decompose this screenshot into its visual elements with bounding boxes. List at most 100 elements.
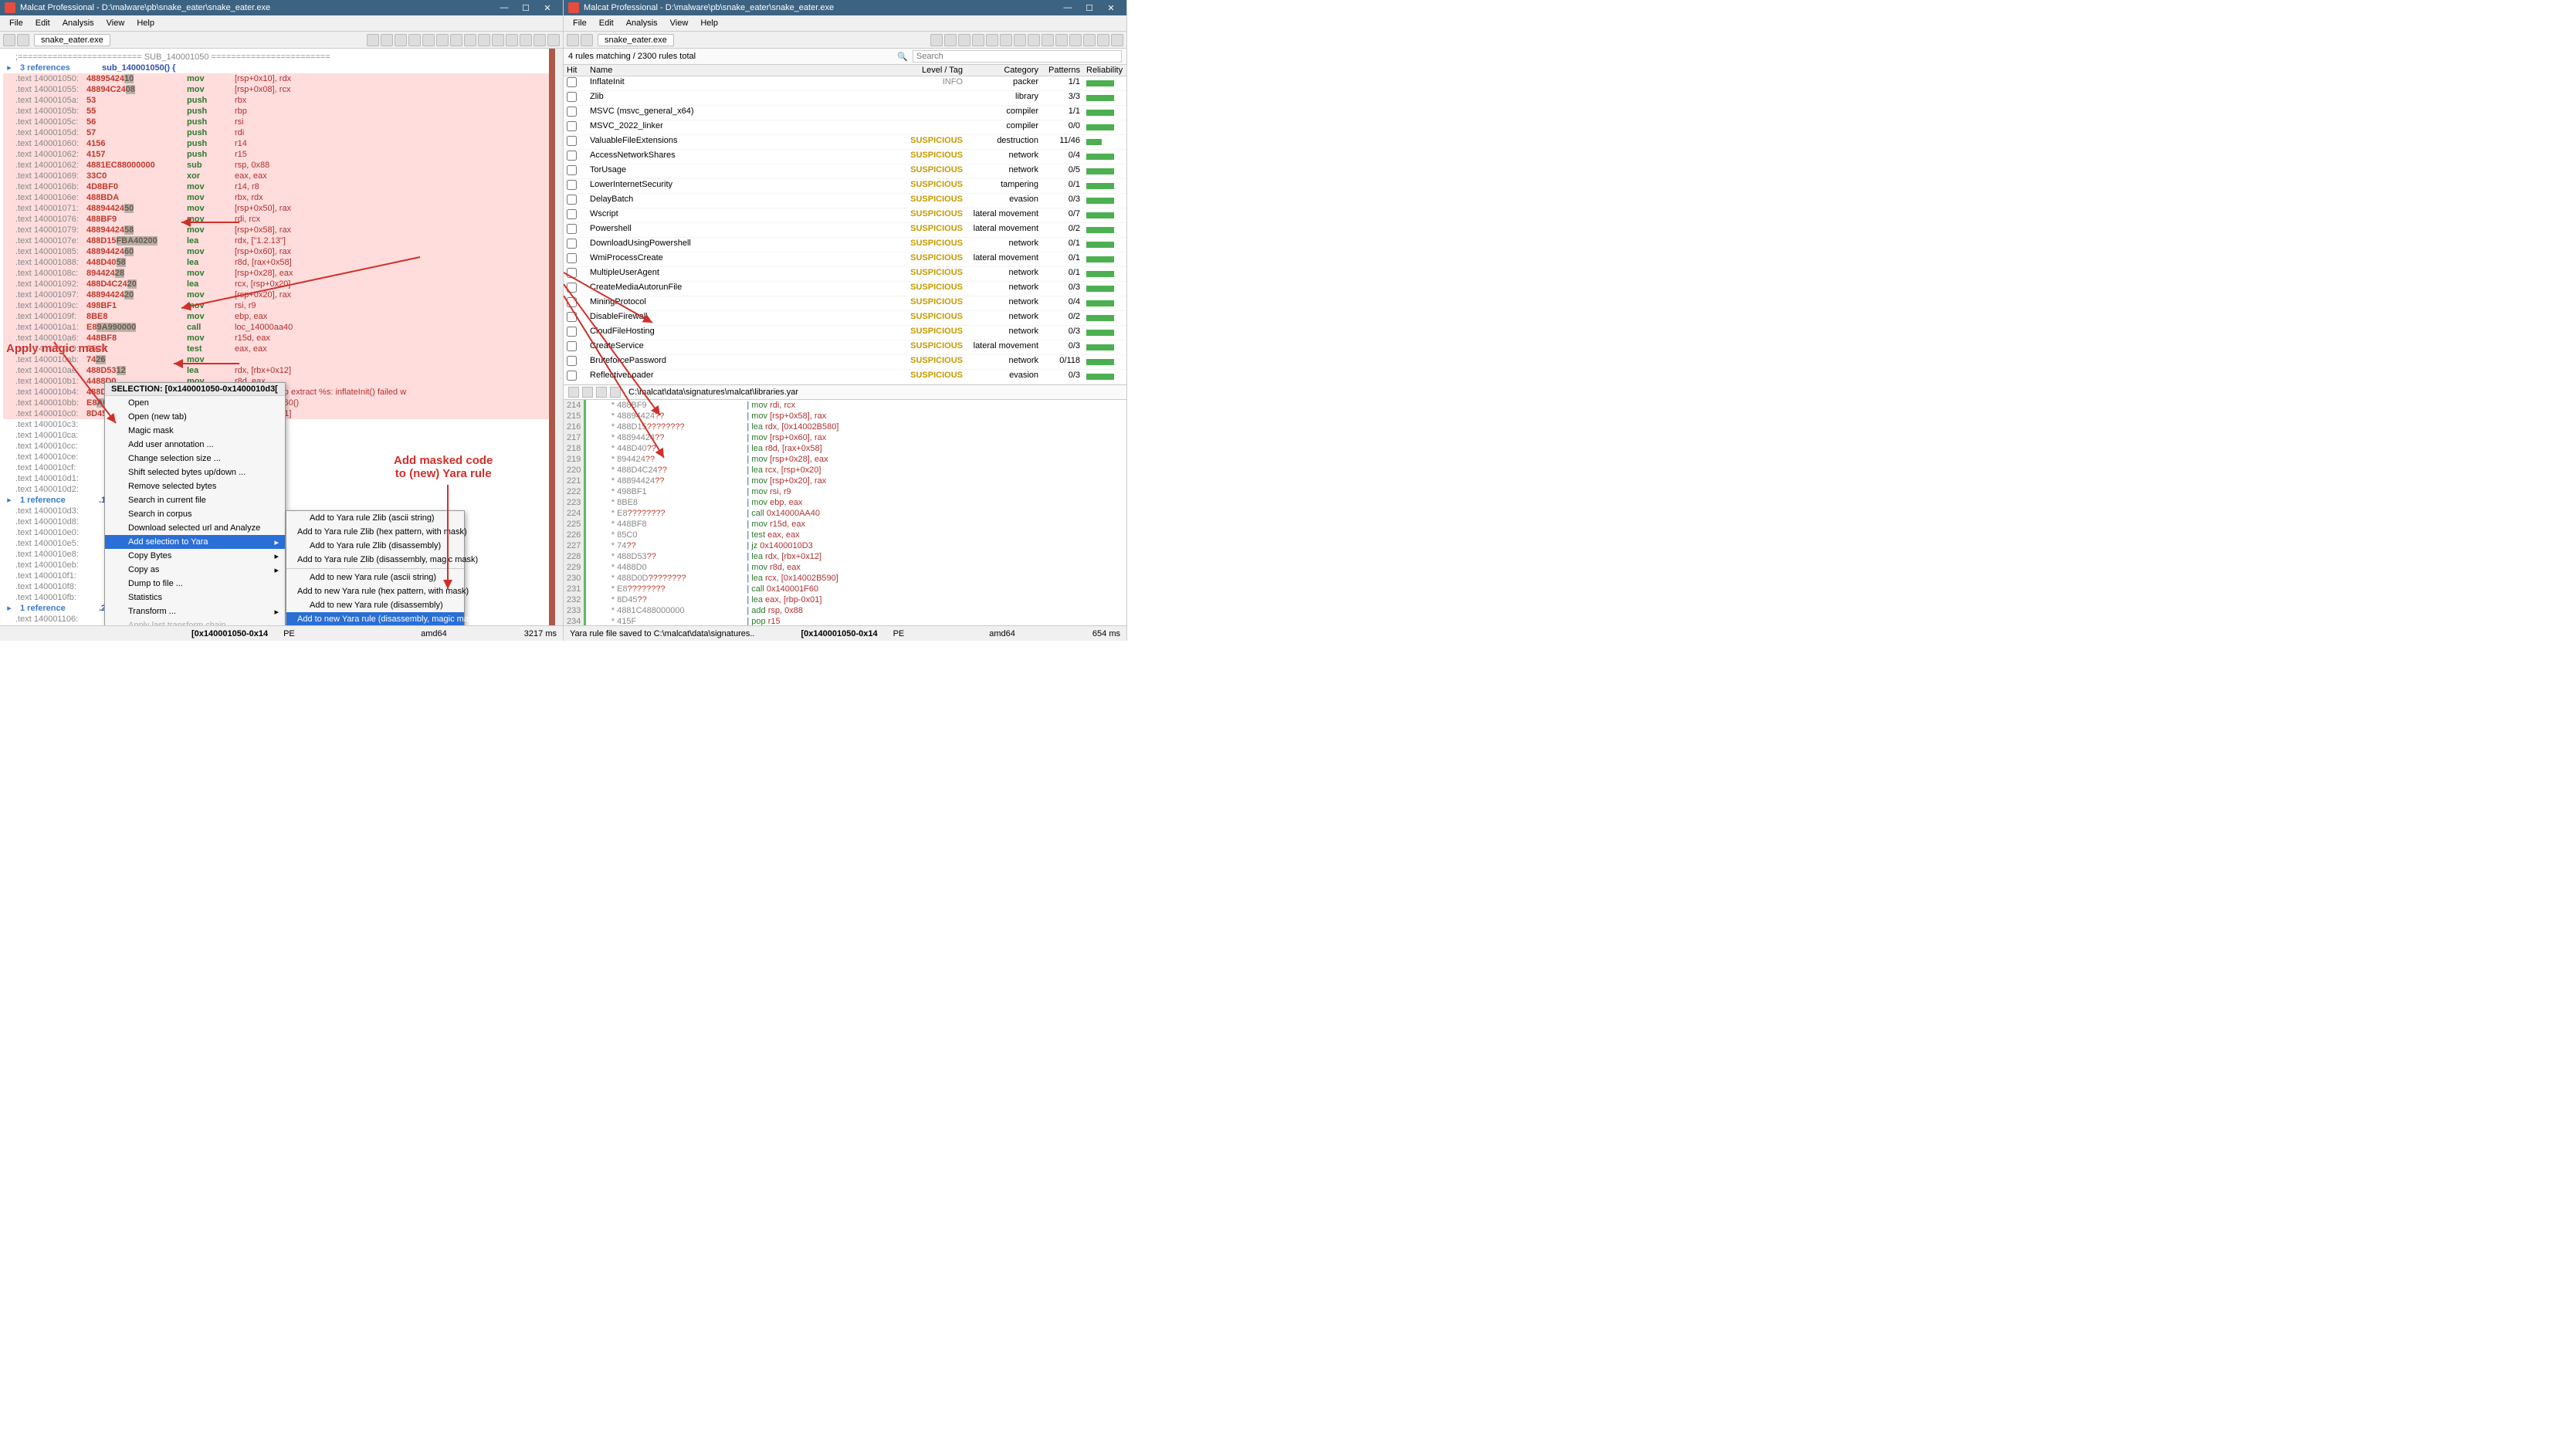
rule-row[interactable]: WmiProcessCreateSUSPICIOUSlateral moveme… — [564, 252, 1126, 267]
rule-row[interactable]: DelayBatchSUSPICIOUSevasion0/3 — [564, 194, 1126, 208]
rule-checkbox[interactable] — [567, 327, 577, 337]
rtool10-icon[interactable] — [1083, 34, 1096, 46]
menu-item[interactable]: Shift selected bytes up/down ... — [105, 466, 285, 479]
disasm-line[interactable]: ▸3 referencessub_140001050() { — [3, 63, 560, 73]
back-icon[interactable] — [567, 34, 579, 46]
rule-row[interactable]: MSVC_2022_linkercompiler0/0 — [564, 120, 1126, 135]
context-submenu[interactable]: Add to Yara rule Zlib (ascii string) Add … — [286, 510, 465, 625]
menu-item[interactable]: Open (new tab) — [105, 410, 285, 424]
nav-fwd-icon[interactable] — [381, 34, 393, 46]
tool7-icon[interactable] — [478, 34, 490, 46]
rule-row[interactable]: PowershellSUSPICIOUSlateral movement0/2 — [564, 223, 1126, 238]
rule-row[interactable]: CloudFileHostingSUSPICIOUSnetwork0/3 — [564, 326, 1126, 340]
rule-row[interactable]: DownloadUsingPowershellSUSPICIOUSnetwork… — [564, 238, 1126, 252]
close-button[interactable]: ✕ — [1100, 3, 1122, 13]
tool5-icon[interactable] — [450, 34, 462, 46]
rule-checkbox[interactable] — [567, 268, 577, 278]
rule-checkbox[interactable] — [567, 356, 577, 366]
rule-checkbox[interactable] — [567, 151, 577, 161]
tool8-icon[interactable] — [492, 34, 504, 46]
disasm-line[interactable]: .text 1400010ab:7426mov — [3, 354, 560, 365]
tool2-icon[interactable] — [408, 34, 421, 46]
menu-item[interactable]: Copy as▸ — [105, 563, 285, 577]
rules-table[interactable]: HitNameLevel / TagCategoryPatternsReliab… — [564, 65, 1126, 384]
rule-row[interactable]: LowerInternetSecuritySUSPICIOUStampering… — [564, 179, 1126, 194]
disasm-line[interactable]: .text 140001055:48894C2408mov[rsp+0x08],… — [3, 84, 560, 95]
minimize-button[interactable]: — — [1057, 3, 1079, 12]
disasm-line[interactable]: .text 140001076:488BF9movrdi, rcx — [3, 214, 560, 225]
back-icon[interactable] — [3, 34, 15, 46]
rule-row[interactable]: BruteforcePasswordSUSPICIOUSnetwork0/118 — [564, 355, 1126, 370]
menu-view[interactable]: View — [664, 17, 695, 29]
yara-editor[interactable]: 2142152162172182192202212222232242252262… — [564, 400, 1126, 625]
yara-code[interactable]: * 488BF9| mov rdi, rcx * 48894424??| mov… — [586, 400, 1103, 625]
yara-tool2-icon[interactable] — [582, 387, 593, 398]
yara-tool3-icon[interactable] — [596, 387, 607, 398]
rtool1-icon[interactable] — [958, 34, 970, 46]
tool4-icon[interactable] — [436, 34, 449, 46]
rule-checkbox[interactable] — [567, 92, 577, 102]
disasm-line[interactable]: .text 140001062:4157pushr15 — [3, 149, 560, 160]
disasm-line[interactable]: .text 14000106e:488BDAmovrbx, rdx — [3, 192, 560, 203]
column-header[interactable]: Hit — [564, 65, 587, 76]
rule-row[interactable]: ReflectiveLoaderSUSPICIOUSevasion0/3 — [564, 370, 1126, 384]
menubar[interactable]: FileEditAnalysisViewHelp — [564, 15, 1126, 32]
minimap[interactable] — [549, 49, 555, 625]
rule-checkbox[interactable] — [567, 136, 577, 146]
disasm-line[interactable]: .text 14000107e:488D15FBA40200leardx, ["… — [3, 235, 560, 246]
tool12-icon[interactable] — [547, 34, 560, 46]
nav-fwd-icon[interactable] — [944, 34, 957, 46]
menu-edit[interactable]: Edit — [593, 17, 620, 29]
rule-checkbox[interactable] — [567, 371, 577, 381]
rule-row[interactable]: MiningProtocolSUSPICIOUSnetwork0/4 — [564, 296, 1126, 311]
disasm-line[interactable]: .text 1400010a1:E89A990000callloc_14000a… — [3, 322, 560, 333]
rtool4-icon[interactable] — [1000, 34, 1012, 46]
disasm-line[interactable]: .text 14000105b:55pushrbp — [3, 106, 560, 117]
column-header[interactable]: Level / Tag — [903, 65, 966, 76]
submenu-item[interactable]: Add to new Yara rule (ascii string) — [286, 571, 464, 584]
rule-checkbox[interactable] — [567, 121, 577, 131]
menu-item[interactable]: Add selection to Yara▸ — [105, 535, 285, 549]
tool6-icon[interactable] — [464, 34, 476, 46]
rule-row[interactable]: CreateServiceSUSPICIOUSlateral movement0… — [564, 340, 1126, 355]
rule-row[interactable]: Zliblibrary3/3 — [564, 91, 1126, 106]
disasm-line[interactable]: .text 140001062:4881EC88000000subrsp, 0x… — [3, 160, 560, 171]
disasm-line[interactable]: .text 140001085:4889442460mov[rsp+0x60],… — [3, 246, 560, 257]
disasm-line[interactable]: .text 140001071:4889442450mov[rsp+0x50],… — [3, 203, 560, 214]
file-tab[interactable]: snake_eater.exe — [598, 34, 674, 46]
rule-checkbox[interactable] — [567, 209, 577, 219]
menu-item[interactable]: Search in current file — [105, 493, 285, 507]
minimize-button[interactable]: — — [493, 3, 515, 12]
rtool5-icon[interactable] — [1014, 34, 1026, 46]
menu-item[interactable]: Change selection size ... — [105, 452, 285, 466]
rule-checkbox[interactable] — [567, 195, 577, 205]
disasm-line[interactable]: .text 14000108c:89442428mov[rsp+0x28], e… — [3, 268, 560, 279]
menu-item[interactable]: Copy Bytes▸ — [105, 549, 285, 563]
file-tab[interactable]: snake_eater.exe — [34, 34, 110, 46]
rule-row[interactable]: MSVC (msvc_general_x64)compiler1/1 — [564, 106, 1126, 120]
menu-file[interactable]: File — [3, 17, 29, 29]
nav-back-icon[interactable] — [930, 34, 943, 46]
tool11-icon[interactable] — [533, 34, 546, 46]
rtool3-icon[interactable] — [986, 34, 998, 46]
tool3-icon[interactable] — [422, 34, 435, 46]
menu-view[interactable]: View — [100, 17, 131, 29]
submenu-item[interactable]: Add to new Yara rule (disassembly) — [286, 598, 464, 612]
submenu-item[interactable]: Add to Yara rule Zlib (disassembly) — [286, 539, 464, 553]
tool9-icon[interactable] — [506, 34, 518, 46]
rtool9-icon[interactable] — [1069, 34, 1082, 46]
disasm-view[interactable]: ;========================= SUB_140001050… — [0, 49, 563, 625]
rule-checkbox[interactable] — [567, 312, 577, 322]
rtool6-icon[interactable] — [1028, 34, 1040, 46]
disasm-line[interactable]: .text 140001088:448D4058lear8d, [rax+0x5… — [3, 257, 560, 268]
rtool11-icon[interactable] — [1097, 34, 1109, 46]
disasm-line[interactable]: .text 14000106b:4D8BF0movr14, r8 — [3, 181, 560, 192]
rule-checkbox[interactable] — [567, 224, 577, 234]
rule-row[interactable]: InflateInitINFOpacker1/1 — [564, 76, 1126, 91]
rule-checkbox[interactable] — [567, 107, 577, 117]
rule-checkbox[interactable] — [567, 253, 577, 263]
submenu-item[interactable]: Add to Yara rule Zlib (ascii string) — [286, 511, 464, 525]
disasm-line[interactable]: ;========================= SUB_140001050… — [3, 52, 560, 63]
menu-analysis[interactable]: Analysis — [620, 17, 664, 29]
menu-item[interactable]: Transform ...▸ — [105, 604, 285, 618]
